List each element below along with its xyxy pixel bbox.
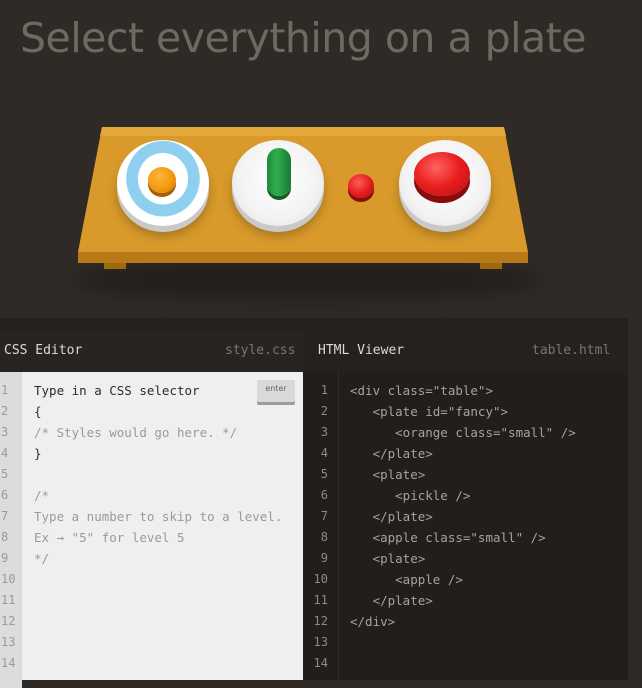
html-line: </div> <box>350 614 396 629</box>
line-number: 3 <box>1 425 9 439</box>
line-number: 12 <box>313 614 328 628</box>
line-number: 4 <box>1 446 9 460</box>
css-line: Type a number to skip to a level. <box>34 509 283 524</box>
line-number: 10 <box>313 572 328 586</box>
page-title: Select everything on a plate <box>20 14 586 62</box>
line-number: 6 <box>320 488 328 502</box>
line-number: 13 <box>1 635 16 649</box>
css-selector-input[interactable]: Type in a CSS selector <box>34 380 282 401</box>
css-line: Ex → "5" for level 5 <box>34 530 185 545</box>
html-line: <plate> <box>350 467 426 482</box>
html-line: </plate> <box>350 446 433 461</box>
line-number: 7 <box>320 509 328 523</box>
enter-button[interactable]: enter <box>257 380 295 402</box>
css-line: { <box>34 404 42 419</box>
line-number: 5 <box>320 467 328 481</box>
html-line: <apple /> <box>350 572 463 587</box>
css-line: /* <box>34 488 50 503</box>
html-line: <plate> <box>350 551 426 566</box>
pickle[interactable] <box>267 148 291 196</box>
html-line: <pickle /> <box>350 488 471 503</box>
html-code: <div class="table"> <plate id="fancy"> <… <box>350 380 576 632</box>
line-number: 12 <box>1 614 16 628</box>
line-number: 1 <box>320 383 328 397</box>
css-filename: style.css <box>225 343 296 358</box>
line-number: 10 <box>1 572 16 586</box>
line-number: 1 <box>1 383 9 397</box>
css-line: } <box>34 446 42 461</box>
line-number: 2 <box>320 404 328 418</box>
line-number: 9 <box>1 551 9 565</box>
html-line: <orange class="small" /> <box>350 425 576 440</box>
html-viewer: 1 2 3 4 5 6 7 8 9 10 11 12 13 14 <div class="table"> … <box>303 372 628 688</box>
right-edge <box>628 318 642 680</box>
line-number: 9 <box>320 551 328 565</box>
html-viewer-header: HTML Viewer table.html <box>303 330 628 373</box>
line-number: 7 <box>1 509 9 523</box>
line-number: 14 <box>313 656 328 670</box>
css-line <box>34 464 282 485</box>
line-number: 14 <box>1 656 16 670</box>
css-editor[interactable]: 1 2 3 4 5 6 7 8 9 10 11 12 13 14 Type in a CSS select… <box>0 372 303 688</box>
line-number: 13 <box>313 635 328 649</box>
css-line: */ <box>34 551 50 566</box>
css-code[interactable]: Type in a CSS selector { /* Styles would g… <box>34 380 282 569</box>
html-line-numbers: 1 2 3 4 5 6 7 8 9 10 11 12 13 14 <box>303 372 339 688</box>
html-line: </plate> <box>350 593 433 608</box>
html-viewer-title: HTML Viewer <box>318 343 405 358</box>
table <box>78 127 528 269</box>
table-scene <box>0 110 642 310</box>
html-filename: table.html <box>532 343 611 358</box>
orange-small[interactable] <box>148 167 176 193</box>
line-number: 11 <box>1 593 16 607</box>
editor-area: CSS Editor style.css HTML Viewer table.h… <box>0 318 628 688</box>
line-number: 8 <box>1 530 9 544</box>
apple-small[interactable] <box>348 174 374 198</box>
html-line: <div class="table"> <box>350 383 493 398</box>
html-line: <plate id="fancy"> <box>350 404 509 419</box>
line-number: 5 <box>1 467 9 481</box>
line-number: 11 <box>313 593 328 607</box>
css-editor-title: CSS Editor <box>4 343 83 358</box>
html-line: <apple class="small" /> <box>350 530 546 545</box>
apple[interactable] <box>414 152 470 196</box>
css-line-numbers: 1 2 3 4 5 6 7 8 9 10 11 12 13 14 <box>0 372 22 688</box>
line-number: 8 <box>320 530 328 544</box>
css-line: /* Styles would go here. */ <box>34 425 238 440</box>
html-line: </plate> <box>350 509 433 524</box>
line-number: 4 <box>320 446 328 460</box>
line-number: 6 <box>1 488 9 502</box>
line-number: 3 <box>320 425 328 439</box>
line-number: 2 <box>1 404 9 418</box>
css-editor-header: CSS Editor style.css <box>0 330 303 373</box>
